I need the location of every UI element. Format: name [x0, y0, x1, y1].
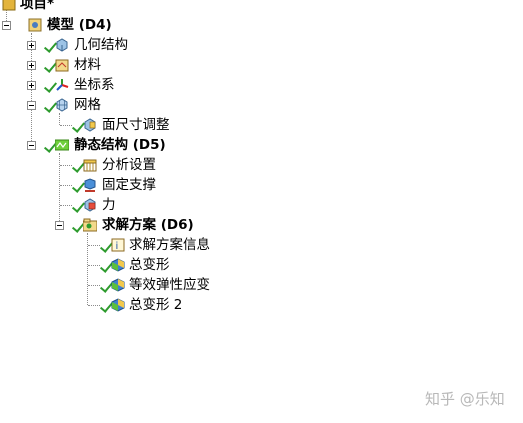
tree-node-solution[interactable]: 求解方案 (D6)	[0, 215, 240, 235]
model-icon	[28, 18, 42, 32]
project-icon	[2, 0, 16, 11]
tree-node-analysis-settings[interactable]: 分析设置	[0, 155, 220, 175]
solution-label: 求解方案 (D6)	[102, 217, 194, 233]
tree-node-geometry[interactable]: 几何结构	[0, 35, 200, 55]
tree-node-force[interactable]: 力	[0, 195, 220, 215]
tree-node-model[interactable]: 模型 (D4)	[0, 15, 200, 35]
tree-node-total-deformation[interactable]: 总变形	[0, 255, 240, 275]
mesh-icon	[55, 98, 69, 112]
outline-tree: 项目* 模型 (D4) 几何结构 材料 坐标系 网格 面尺寸调整 静态结构 (D…	[0, 0, 523, 423]
coordinate-system-icon	[55, 78, 69, 92]
tree-node-solution-information[interactable]: i 求解方案信息	[0, 235, 240, 255]
solution-icon	[82, 218, 98, 232]
equivalent-elastic-strain-label: 等效弹性应变	[129, 277, 210, 293]
materials-icon	[55, 58, 69, 72]
collapse-toggle[interactable]	[27, 141, 36, 150]
tree-node-project[interactable]: 项目*	[0, 0, 200, 14]
collapse-toggle[interactable]	[55, 221, 64, 230]
solution-information-icon: i	[111, 238, 125, 252]
geometry-label: 几何结构	[74, 37, 128, 53]
tree-node-materials[interactable]: 材料	[0, 55, 200, 75]
expand-toggle[interactable]	[27, 41, 36, 50]
total-deformation-2-label: 总变形 2	[129, 297, 183, 313]
result-contour-icon	[111, 298, 125, 312]
tree-node-fixed-support[interactable]: 固定支撑	[0, 175, 220, 195]
tree-node-coordinate-systems[interactable]: 坐标系	[0, 75, 200, 95]
fixed-support-icon	[83, 178, 97, 192]
expand-toggle[interactable]	[27, 61, 36, 70]
result-contour-icon	[111, 258, 125, 272]
tree-node-static-structural[interactable]: 静态结构 (D5)	[0, 135, 230, 155]
force-label: 力	[102, 197, 116, 213]
tree-node-total-deformation-2[interactable]: 总变形 2	[0, 295, 240, 315]
tree-node-mesh[interactable]: 网格	[0, 95, 200, 115]
project-label: 项目*	[20, 0, 55, 12]
materials-label: 材料	[74, 57, 101, 73]
tree-node-face-sizing[interactable]: 面尺寸调整	[0, 115, 220, 135]
force-icon	[83, 198, 97, 212]
tree-node-equivalent-elastic-strain[interactable]: 等效弹性应变	[0, 275, 260, 295]
collapse-toggle[interactable]	[2, 21, 11, 30]
analysis-settings-icon	[83, 158, 97, 172]
face-sizing-icon	[83, 118, 97, 132]
fixed-support-label: 固定支撑	[102, 177, 156, 193]
mesh-label: 网格	[74, 97, 101, 113]
static-structural-label: 静态结构 (D5)	[74, 137, 166, 153]
watermark: 知乎 @乐知	[425, 390, 505, 408]
face-sizing-label: 面尺寸调整	[102, 117, 170, 133]
solution-information-label: 求解方案信息	[129, 237, 210, 253]
model-label: 模型 (D4)	[47, 17, 112, 33]
total-deformation-label: 总变形	[129, 257, 170, 273]
collapse-toggle[interactable]	[27, 101, 36, 110]
coordinate-systems-label: 坐标系	[74, 77, 115, 93]
result-contour-icon	[111, 278, 125, 292]
expand-toggle[interactable]	[27, 81, 36, 90]
svg-text:i: i	[116, 241, 119, 252]
static-structural-icon	[54, 138, 70, 152]
analysis-settings-label: 分析设置	[102, 157, 156, 173]
geometry-icon	[55, 38, 69, 52]
